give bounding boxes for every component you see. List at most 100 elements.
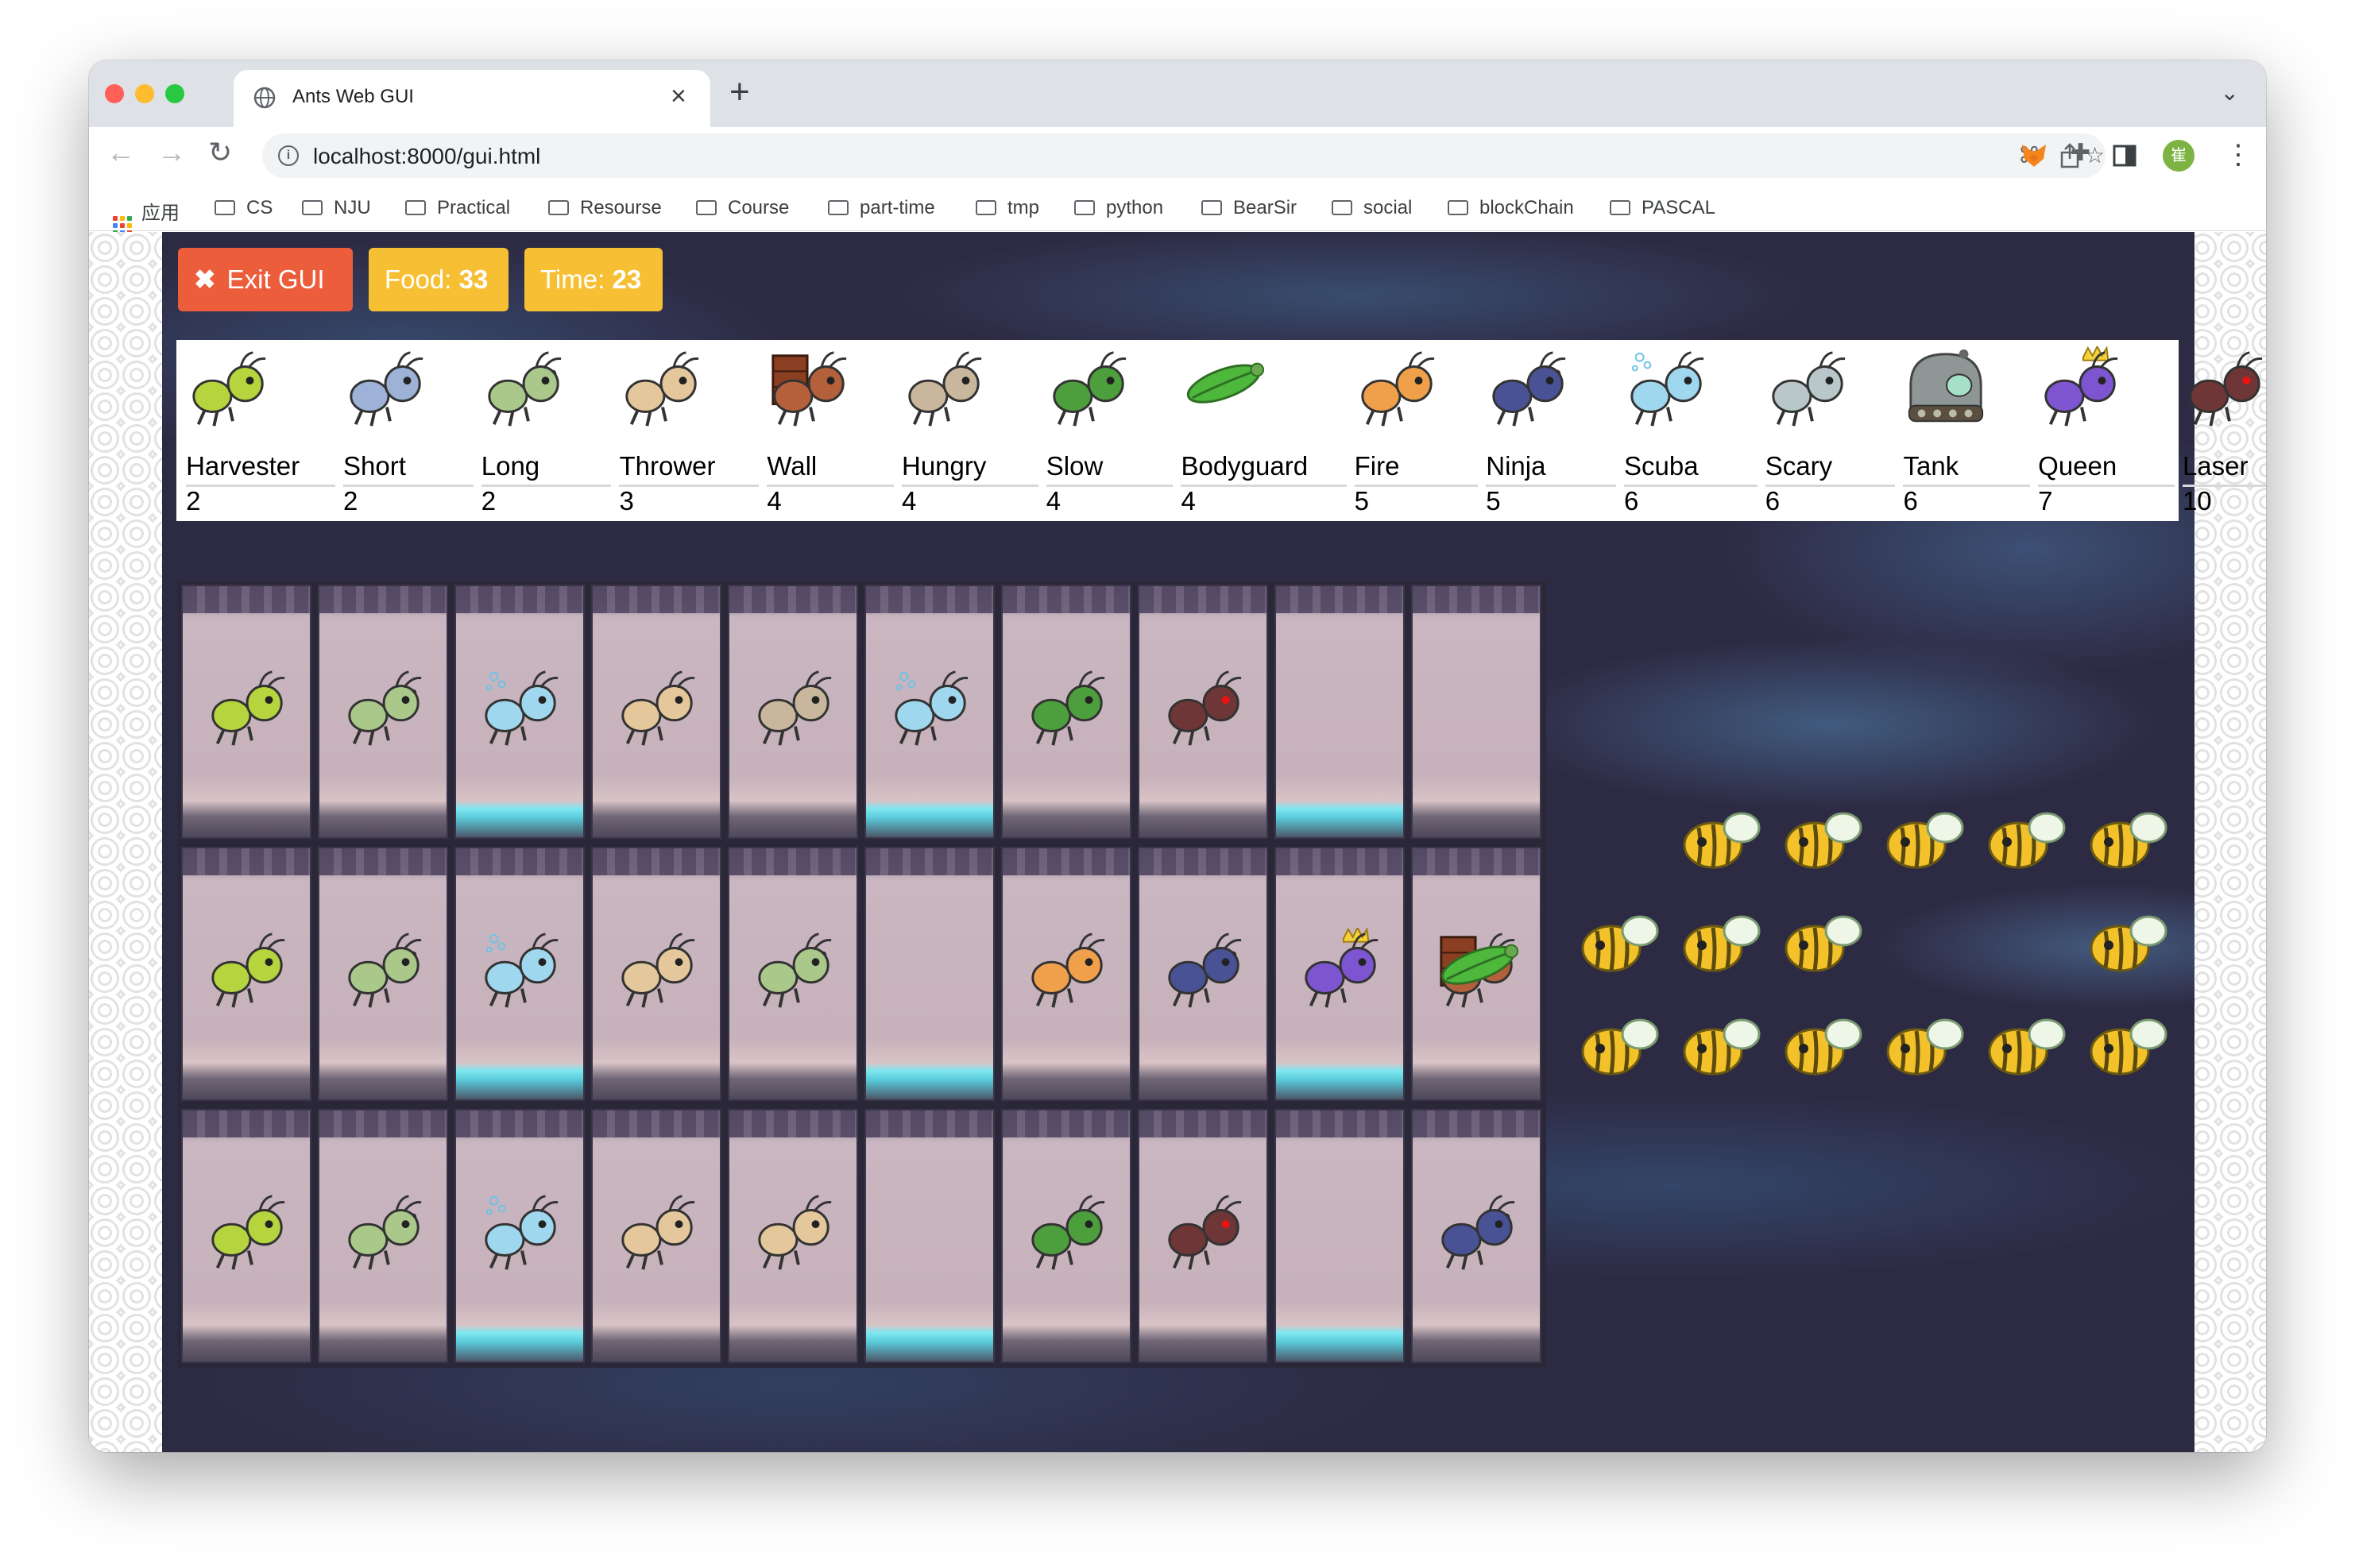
board-tile[interactable] bbox=[181, 1109, 311, 1363]
bookmark-resourse[interactable]: Resourse bbox=[548, 197, 662, 219]
page-background: ✖ Exit GUI Food: 33 Time: 23 Harvester 2 Sh… bbox=[89, 232, 2266, 1452]
ninja-ant-icon bbox=[1492, 351, 1566, 427]
board-tile[interactable] bbox=[864, 585, 995, 839]
back-arrow-icon[interactable]: ← bbox=[106, 138, 135, 167]
reload-icon[interactable]: ↻ bbox=[208, 138, 232, 167]
board-tile[interactable] bbox=[181, 585, 311, 839]
close-tab-icon[interactable]: × bbox=[671, 81, 686, 112]
board-tile[interactable] bbox=[1274, 847, 1405, 1101]
more-menu-icon[interactable]: ⋮ bbox=[2225, 141, 2252, 168]
board-tile[interactable] bbox=[864, 1109, 995, 1363]
bodyguard-ant-icon bbox=[1187, 362, 1265, 404]
bookmark-practical[interactable]: Practical bbox=[405, 197, 510, 219]
board-tile[interactable] bbox=[1001, 1109, 1131, 1363]
board-tile[interactable] bbox=[454, 847, 585, 1101]
board-tile[interactable] bbox=[591, 585, 721, 839]
profile-avatar[interactable]: 崔 bbox=[2163, 140, 2195, 172]
minimize-window-button[interactable] bbox=[135, 84, 154, 103]
forward-arrow-icon[interactable]: → bbox=[157, 138, 186, 167]
hungry-ant-icon bbox=[908, 351, 982, 427]
board-tile[interactable] bbox=[1274, 1109, 1405, 1363]
extensions-puzzle-icon[interactable]: ✚ bbox=[2071, 141, 2090, 165]
board-tile[interactable] bbox=[318, 847, 448, 1101]
tile-rock-edge bbox=[729, 1110, 857, 1137]
store-item-cost: 7 bbox=[2038, 486, 2053, 516]
queen-ant-icon bbox=[1305, 928, 1379, 1008]
folder-icon bbox=[1332, 200, 1352, 215]
store-item-cost: 10 bbox=[2182, 486, 2212, 516]
board-tile[interactable] bbox=[728, 847, 858, 1101]
board-tile[interactable] bbox=[318, 1109, 448, 1363]
new-tab-button[interactable]: + bbox=[729, 75, 750, 110]
store-item-cost: 6 bbox=[1765, 486, 1781, 516]
board-tile[interactable] bbox=[1001, 585, 1131, 839]
scuba-ant-icon bbox=[1630, 351, 1704, 427]
globe-icon bbox=[253, 87, 276, 109]
close-window-button[interactable] bbox=[105, 84, 124, 103]
board-tile[interactable] bbox=[454, 585, 585, 839]
bookmark-blockchain[interactable]: blockChain bbox=[1448, 197, 1574, 219]
board-tile[interactable] bbox=[454, 1109, 585, 1363]
tab-search-chevron-icon[interactable]: ⌄ bbox=[2221, 79, 2239, 106]
tab-ants-web-gui[interactable]: Ants Web GUI × bbox=[234, 70, 710, 127]
store-item-name: Queen bbox=[2038, 451, 2175, 487]
bookmark-part-time[interactable]: part-time bbox=[828, 197, 935, 219]
long-ant-icon bbox=[488, 351, 562, 427]
exit-gui-button[interactable]: ✖ Exit GUI bbox=[178, 248, 353, 311]
tile-rock-edge bbox=[319, 586, 447, 613]
bookmark-label: blockChain bbox=[1479, 197, 1574, 218]
board-tile[interactable] bbox=[1411, 585, 1541, 839]
board-tile[interactable] bbox=[728, 1109, 858, 1363]
site-info-icon[interactable]: i bbox=[278, 145, 299, 166]
harvester-ant-icon bbox=[211, 1195, 285, 1270]
address-bar[interactable]: i localhost:8000/gui.html ⌘ ☆ bbox=[262, 133, 2106, 178]
bee-icon bbox=[1683, 812, 1761, 869]
bookmark-social[interactable]: social bbox=[1332, 197, 1412, 219]
close-x-icon: ✖ bbox=[194, 265, 216, 294]
board-tile[interactable] bbox=[1411, 1109, 1541, 1363]
board-tile[interactable] bbox=[181, 847, 311, 1101]
scuba-ant-icon bbox=[485, 933, 559, 1008]
store-item-cost: 4 bbox=[767, 486, 782, 516]
tile-rock-edge bbox=[456, 1110, 583, 1137]
metamask-fox-icon[interactable] bbox=[2020, 141, 2048, 170]
folder-icon bbox=[405, 200, 426, 215]
side-panel-icon[interactable] bbox=[2112, 143, 2137, 168]
board-tile[interactable] bbox=[1138, 847, 1268, 1101]
board-tile[interactable] bbox=[728, 585, 858, 839]
bookmark-python[interactable]: python bbox=[1074, 197, 1163, 219]
bookmark-cs[interactable]: CS bbox=[215, 197, 273, 219]
bookmark-label: tmp bbox=[1007, 197, 1040, 218]
bookmark-pascal[interactable]: PASCAL bbox=[1610, 197, 1715, 219]
board-tile[interactable] bbox=[591, 847, 721, 1101]
board-tile[interactable] bbox=[1411, 847, 1541, 1101]
url-text: localhost:8000/gui.html bbox=[313, 144, 541, 168]
board-tile[interactable] bbox=[1138, 585, 1268, 839]
thrower-ant-icon bbox=[758, 1195, 832, 1270]
store-item-cost: 2 bbox=[186, 486, 201, 516]
bee-icon bbox=[1785, 1018, 1862, 1076]
bookmark-bearsir[interactable]: BearSir bbox=[1201, 197, 1297, 219]
time-label: Time: bbox=[540, 265, 605, 294]
bookmark-tmp[interactable]: tmp bbox=[976, 197, 1039, 219]
bookmark-nju[interactable]: NJU bbox=[302, 197, 371, 219]
board-tile[interactable] bbox=[318, 585, 448, 839]
food-value: 33 bbox=[458, 265, 489, 294]
store-item-name: Hungry bbox=[902, 451, 1038, 487]
long-ant-icon bbox=[348, 1195, 422, 1270]
folder-icon bbox=[696, 200, 717, 215]
store-item-name: Scuba bbox=[1624, 451, 1758, 487]
zoom-window-button[interactable] bbox=[165, 84, 184, 103]
bookmark-course[interactable]: Course bbox=[696, 197, 789, 219]
bookmark-apps[interactable]: 应用 bbox=[113, 197, 180, 235]
board-tile[interactable] bbox=[1001, 847, 1131, 1101]
bee-icon bbox=[1683, 1018, 1761, 1076]
board-tile[interactable] bbox=[591, 1109, 721, 1363]
board-tile[interactable] bbox=[1138, 1109, 1268, 1363]
folder-icon bbox=[302, 200, 323, 215]
board-tile[interactable] bbox=[1274, 585, 1405, 839]
bee-icon bbox=[2090, 812, 2167, 869]
tile-rock-edge bbox=[593, 848, 720, 875]
thrower-ant-icon bbox=[625, 351, 699, 427]
board-tile[interactable] bbox=[864, 847, 995, 1101]
